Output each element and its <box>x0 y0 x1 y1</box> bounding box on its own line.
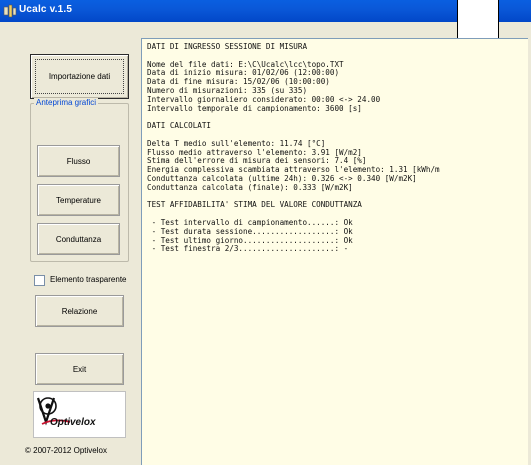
temperature-button[interactable]: Temperature <box>37 184 120 216</box>
report-line: Numero di misurazioni: 335 (su 335) <box>147 85 308 95</box>
transparent-element-label[interactable]: Elemento trasparente <box>50 275 127 284</box>
copyright-text: © 2007-2012 Optivelox <box>25 446 107 455</box>
exit-button[interactable]: Exit <box>35 353 124 385</box>
import-data-button[interactable]: Importazione dati <box>30 54 129 99</box>
report-line: Intervallo temporale di campionamento: 3… <box>147 103 362 113</box>
report-line: Data di fine misura: 15/02/06 (10:00:00) <box>147 77 330 87</box>
report-line: - Test ultimo giorno....................… <box>147 235 353 245</box>
report-line: Energia complessiva scambiata attraverso… <box>147 165 440 175</box>
window-title: Ucalc v.1.5 <box>19 4 73 15</box>
report-button[interactable]: Relazione <box>35 295 124 327</box>
report-line: - Test intervallo di campionamento......… <box>147 217 353 227</box>
report-line: - Test durata sessione..................… <box>147 226 353 236</box>
optivelox-logo: Optivelox <box>33 391 126 438</box>
report-line: TEST AFFIDABILITA' STIMA DEL VALORE COND… <box>147 200 362 210</box>
preview-group-label: Anteprima grafici <box>34 98 99 107</box>
app-icon <box>3 4 17 18</box>
optivelox-logo-mark <box>36 397 71 426</box>
report-line: - Test finestra 2/3.....................… <box>147 244 349 254</box>
flux-button[interactable]: Flusso <box>37 145 120 177</box>
report-line: Stima dell'errore di misura dei sensori:… <box>147 156 367 166</box>
report-line: DATI CALCOLATI <box>147 121 212 131</box>
report-line: Nome del file dati: E:\C\Ucalc\lcc\topo.… <box>147 59 344 69</box>
report-line: Delta T medio sull'elemento: 11.74 [°C] <box>147 138 326 148</box>
report-line: Conduttanza calcolata (finale): 0.333 [W… <box>147 182 353 192</box>
logo-text: Optivelox <box>50 417 96 428</box>
report-line: Data di inizio misura: 01/02/06 (12:00:0… <box>147 68 340 78</box>
transparent-element-checkbox[interactable] <box>34 275 45 286</box>
report-line: Intervallo giornaliero considerato: 00:0… <box>147 94 381 104</box>
conductance-button[interactable]: Conduttanza <box>37 223 120 255</box>
report-text: DATI DI INGRESSO SESSIONE DI MISURA Nome… <box>147 42 440 254</box>
report-line: Flusso medio attraverso l'elemento: 3.91… <box>147 147 362 157</box>
title-bar[interactable]: Ucalc v.1.5 <box>0 0 531 22</box>
report-line: DATI DI INGRESSO SESSIONE DI MISURA <box>147 42 308 51</box>
report-textarea[interactable]: DATI DI INGRESSO SESSIONE DI MISURA Nome… <box>141 38 528 465</box>
report-line: Conduttanza calcolata (ultime 24h): 0.32… <box>147 173 417 183</box>
